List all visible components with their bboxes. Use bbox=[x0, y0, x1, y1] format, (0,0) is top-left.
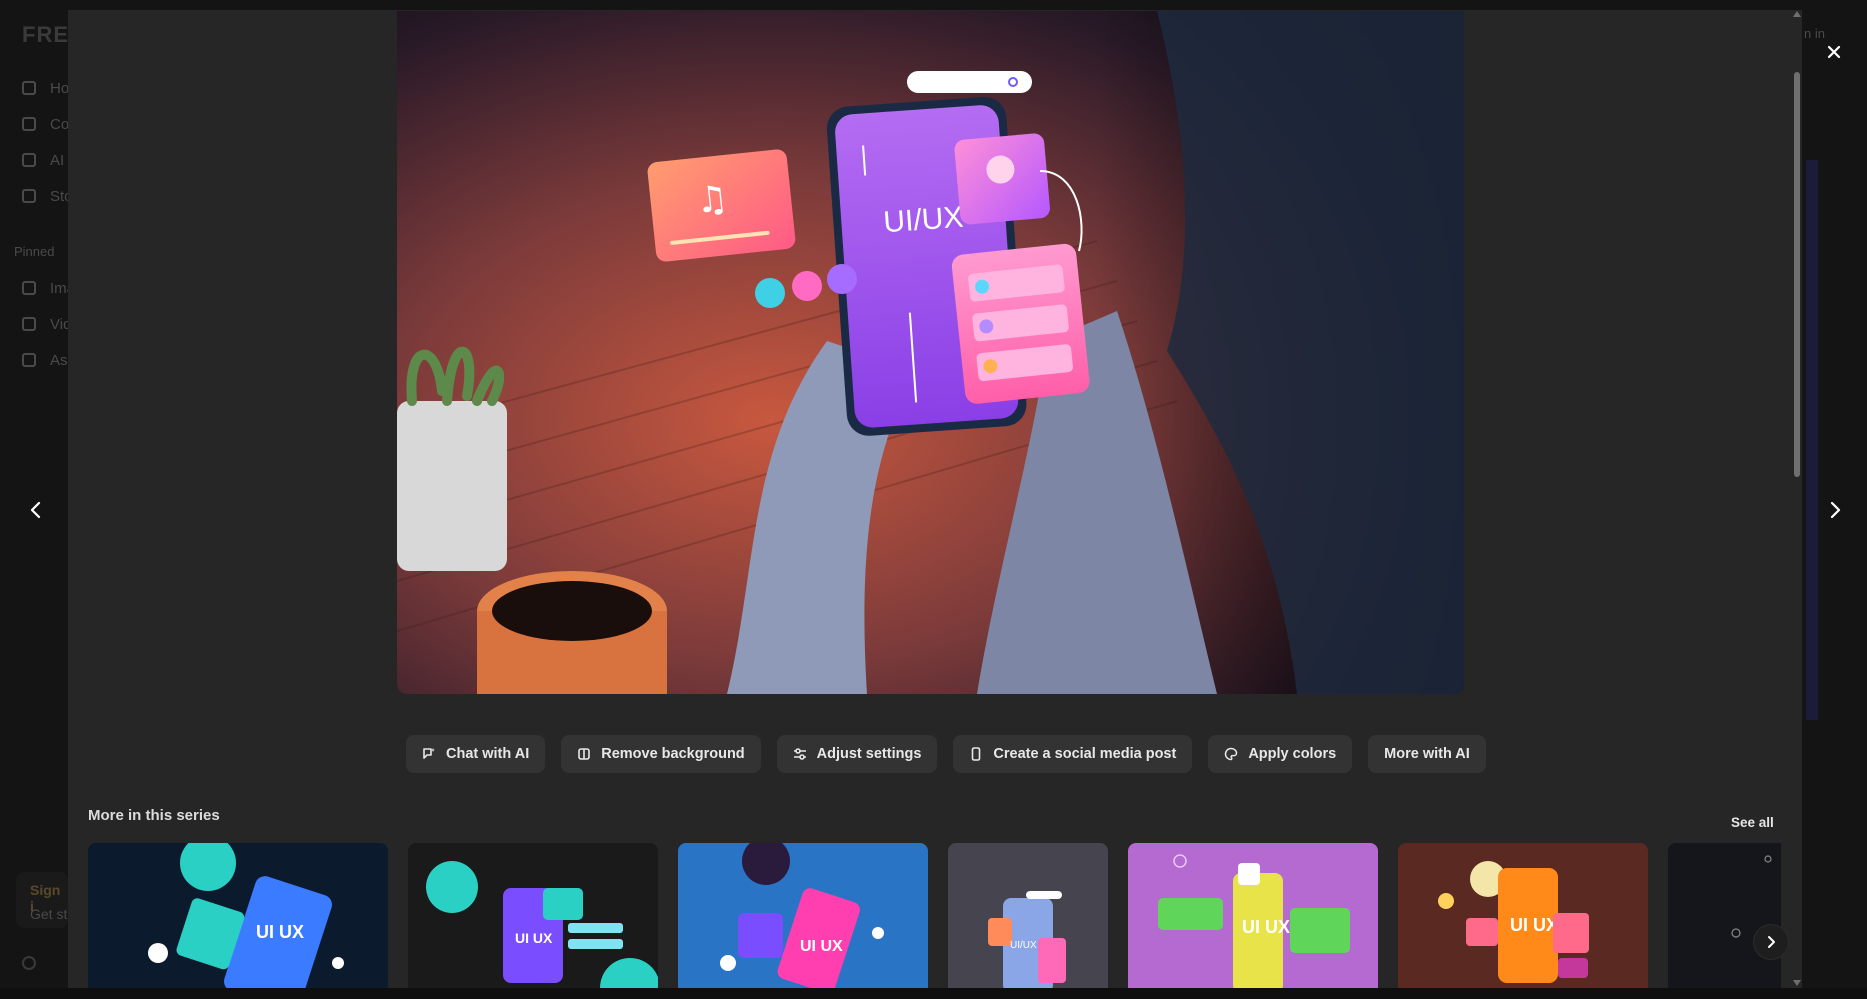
series-thumbnail[interactable]: UI UX bbox=[678, 843, 928, 988]
hero-image: UI/UX ♫ bbox=[397, 11, 1464, 694]
nav-item-home: Ho bbox=[22, 70, 73, 106]
scroll-down-arrow[interactable] bbox=[1793, 980, 1801, 986]
series-thumbnail[interactable]: UI UX bbox=[408, 843, 658, 988]
bottom-strip bbox=[0, 988, 1867, 999]
assets-icon bbox=[22, 353, 36, 367]
hero-illustration: UI/UX ♫ bbox=[397, 11, 1464, 694]
signin-card: Sign i Get st bbox=[16, 872, 68, 928]
series-thumbnail[interactable]: UI UX bbox=[1128, 843, 1378, 988]
scrollbar-thumb[interactable] bbox=[1794, 72, 1800, 477]
svg-text:♫: ♫ bbox=[694, 178, 730, 222]
home-icon bbox=[22, 81, 36, 95]
series-thumbnail[interactable]: UI UX bbox=[1398, 843, 1648, 988]
series-thumbnail[interactable] bbox=[1668, 843, 1781, 988]
close-icon bbox=[1827, 45, 1841, 59]
series-thumbnail[interactable]: UI UX bbox=[88, 843, 388, 988]
brand-logo: FRE bbox=[22, 22, 69, 47]
palette-icon bbox=[1224, 747, 1238, 761]
more-with-ai-button[interactable]: More with AI bbox=[1368, 735, 1486, 773]
svg-text:UI UX: UI UX bbox=[256, 922, 304, 942]
svg-text:UI UX: UI UX bbox=[515, 930, 553, 946]
see-all-link[interactable]: See all bbox=[1731, 815, 1774, 830]
svg-text:UI/UX: UI/UX bbox=[1010, 940, 1037, 951]
scroll-up-arrow[interactable] bbox=[1793, 11, 1801, 17]
globe-icon bbox=[22, 117, 36, 131]
ai-actions-bar: Chat with AI Remove background Adjust se… bbox=[406, 735, 1486, 773]
help-icon bbox=[22, 956, 36, 970]
remove-background-button[interactable]: Remove background bbox=[561, 735, 761, 773]
close-button[interactable] bbox=[1822, 40, 1846, 64]
chevron-left-icon bbox=[30, 501, 41, 519]
phone-icon bbox=[969, 747, 983, 761]
chat-ai-icon bbox=[422, 747, 436, 761]
sparkle-icon bbox=[22, 153, 36, 167]
chat-with-ai-button[interactable]: Chat with AI bbox=[406, 735, 546, 773]
chevron-right-icon bbox=[1768, 936, 1775, 948]
image-detail-modal: UI/UX ♫ Chat with AI Remove background A… bbox=[68, 10, 1802, 988]
image-icon bbox=[22, 281, 36, 295]
svg-text:UI UX: UI UX bbox=[1242, 917, 1290, 937]
nav-item-collections: Co bbox=[22, 106, 73, 142]
series-thumbnail[interactable]: UI/UX bbox=[948, 843, 1108, 988]
phone-screen-text: UI/UX bbox=[882, 201, 964, 240]
background-nav: Ho Co AI Sto bbox=[22, 70, 73, 214]
thumbnails-next-button[interactable] bbox=[1754, 925, 1788, 959]
series-heading: More in this series bbox=[88, 807, 220, 824]
series-thumbnails: UI UX UI UX UI UX UI/UX UI UX UI UX bbox=[88, 843, 1781, 988]
search-icon bbox=[22, 189, 36, 203]
remove-background-icon bbox=[577, 747, 591, 761]
nav-item-stock: Sto bbox=[22, 178, 73, 214]
chevron-right-icon bbox=[1830, 501, 1841, 519]
create-social-media-post-button[interactable]: Create a social media post bbox=[953, 735, 1193, 773]
sliders-icon bbox=[793, 747, 807, 761]
background-right-strip bbox=[1806, 160, 1818, 720]
top-signin-link: n in bbox=[1804, 26, 1825, 41]
apply-colors-button[interactable]: Apply colors bbox=[1208, 735, 1353, 773]
nav-item-ai: AI bbox=[22, 142, 73, 178]
previous-image-button[interactable] bbox=[22, 496, 50, 524]
adjust-settings-button[interactable]: Adjust settings bbox=[776, 735, 938, 773]
video-icon bbox=[22, 317, 36, 331]
svg-text:UI UX: UI UX bbox=[1510, 915, 1558, 935]
svg-text:UI UX: UI UX bbox=[800, 938, 843, 955]
next-image-button[interactable] bbox=[1821, 496, 1849, 524]
pinned-label: Pinned bbox=[14, 244, 55, 259]
